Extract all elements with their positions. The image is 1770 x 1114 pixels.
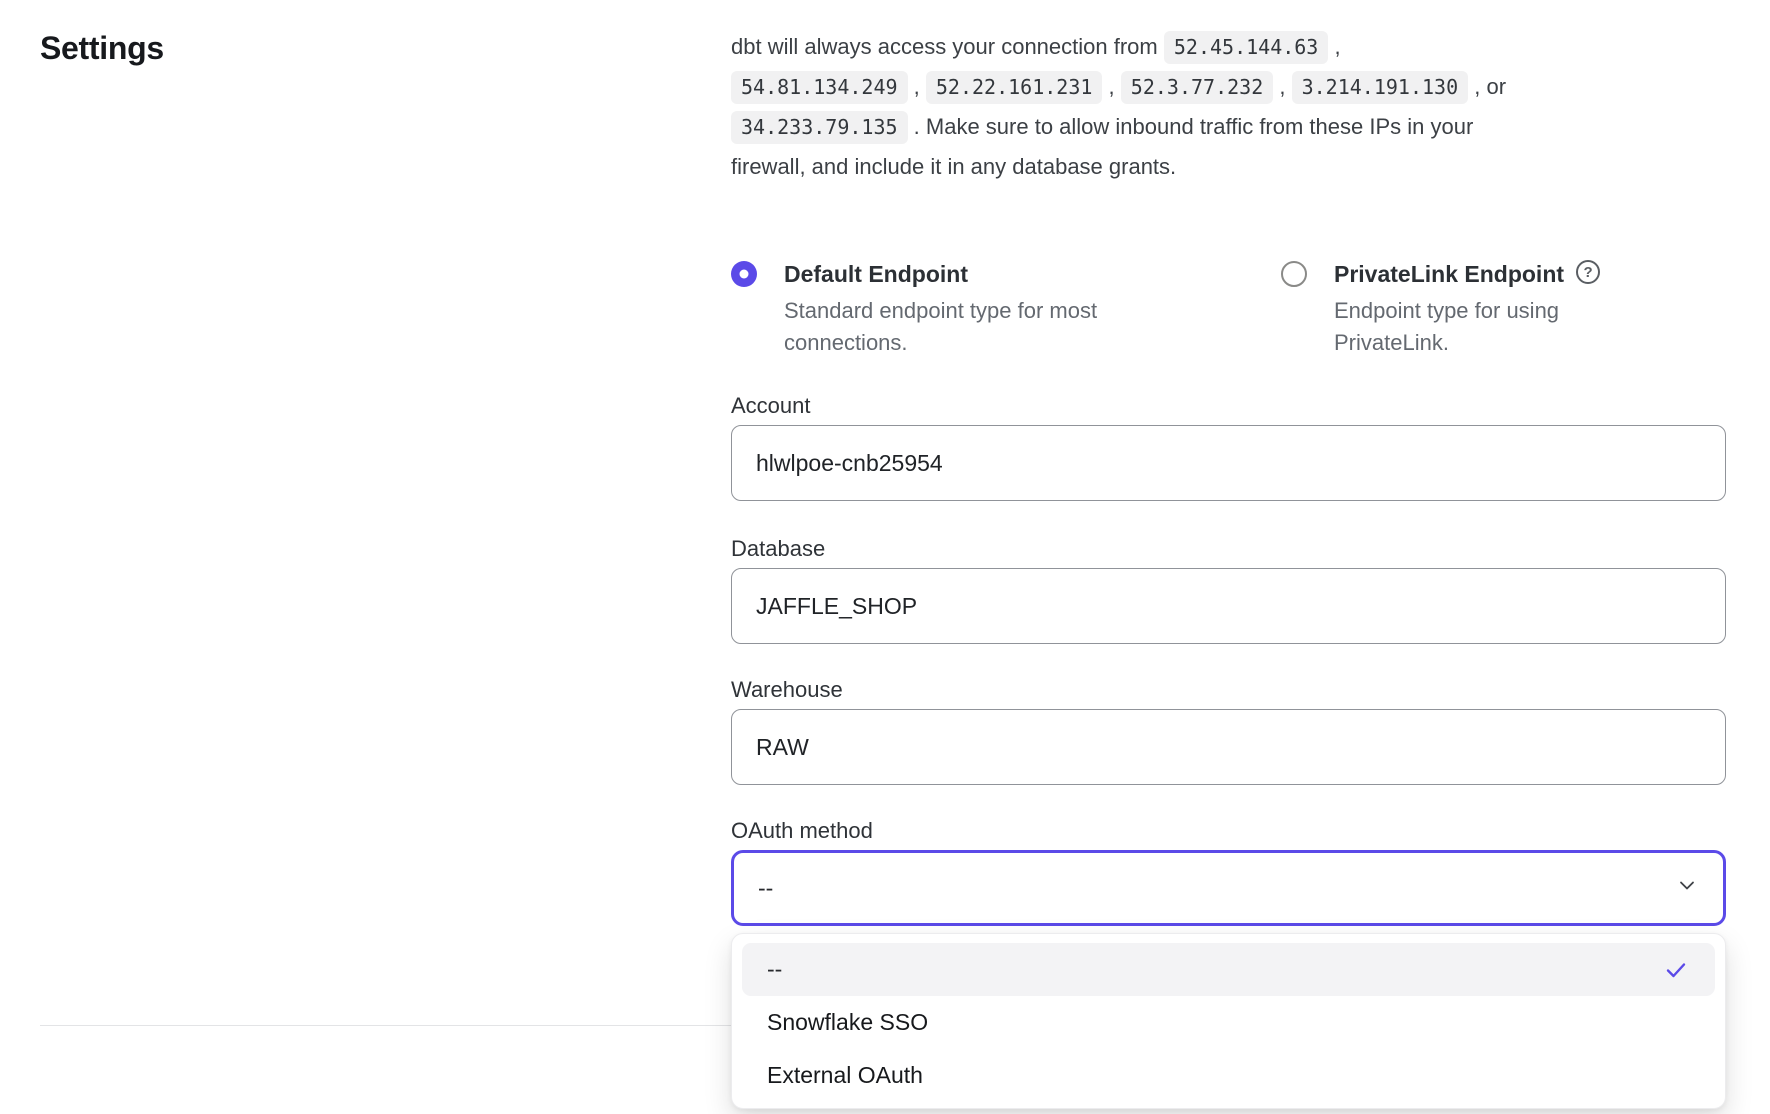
page-title: Settings (40, 30, 164, 67)
intro-line: firewall, and include it in any database… (731, 147, 1726, 186)
intro-line: 54.81.134.249 , 52.22.161.231 , 52.3.77.… (731, 67, 1726, 107)
check-icon (1663, 957, 1689, 983)
intro-line: dbt will always access your connection f… (731, 27, 1726, 67)
warehouse-input[interactable] (731, 709, 1726, 785)
oauth-method-dropdown: -- Snowflake SSO External OAuth (731, 933, 1726, 1109)
database-field: Database (731, 536, 1726, 644)
account-field: Account (731, 393, 1726, 501)
warehouse-field: Warehouse (731, 677, 1726, 785)
privatelink-endpoint-description: Endpoint type for using PrivateLink. (1334, 295, 1634, 359)
default-endpoint-option[interactable]: Default Endpoint Standard endpoint type … (731, 259, 1281, 359)
help-icon[interactable]: ? (1576, 260, 1600, 284)
dropdown-option-label: External OAuth (767, 1062, 923, 1089)
warehouse-label: Warehouse (731, 677, 1726, 703)
database-label: Database (731, 536, 1726, 562)
ip-chip: 3.214.191.130 (1292, 71, 1469, 104)
ip-chip: 52.45.144.63 (1164, 31, 1329, 64)
dropdown-option[interactable]: -- (742, 943, 1715, 996)
privatelink-endpoint-option[interactable]: PrivateLink Endpoint ? Endpoint type for… (1281, 259, 1634, 359)
oauth-method-select[interactable]: -- (731, 850, 1726, 926)
intro-line: 34.233.79.135 . Make sure to allow inbou… (731, 107, 1726, 147)
radio-selected-icon[interactable] (731, 261, 757, 287)
account-input[interactable] (731, 425, 1726, 501)
oauth-method-label: OAuth method (731, 818, 1726, 844)
dropdown-option[interactable]: Snowflake SSO (732, 996, 1725, 1049)
ip-chip: 52.22.161.231 (926, 71, 1103, 104)
radio-unselected-icon[interactable] (1281, 261, 1307, 287)
privatelink-endpoint-label: PrivateLink Endpoint (1334, 259, 1564, 289)
dropdown-option[interactable]: External OAuth (732, 1049, 1725, 1102)
privatelink-endpoint-title: PrivateLink Endpoint ? (1334, 259, 1634, 289)
oauth-method-field: OAuth method -- (731, 818, 1726, 926)
default-endpoint-label: Default Endpoint (784, 259, 968, 289)
account-label: Account (731, 393, 1726, 419)
settings-main-column: dbt will always access your connection f… (731, 0, 1726, 926)
dropdown-option-label: -- (767, 956, 782, 983)
ip-chip: 54.81.134.249 (731, 71, 908, 104)
database-input[interactable] (731, 568, 1726, 644)
ip-chip: 34.233.79.135 (731, 111, 908, 144)
ip-chip: 52.3.77.232 (1121, 71, 1273, 104)
endpoint-type-radio-group: Default Endpoint Standard endpoint type … (731, 259, 1726, 359)
dropdown-option-label: Snowflake SSO (767, 1009, 928, 1036)
chevron-down-icon (1675, 873, 1699, 903)
ip-allowlist-text: dbt will always access your connection f… (731, 27, 1726, 186)
section-divider (40, 1025, 731, 1026)
default-endpoint-title: Default Endpoint (784, 259, 1184, 289)
default-endpoint-description: Standard endpoint type for most connecti… (784, 295, 1184, 359)
oauth-method-selected-value: -- (758, 875, 773, 902)
